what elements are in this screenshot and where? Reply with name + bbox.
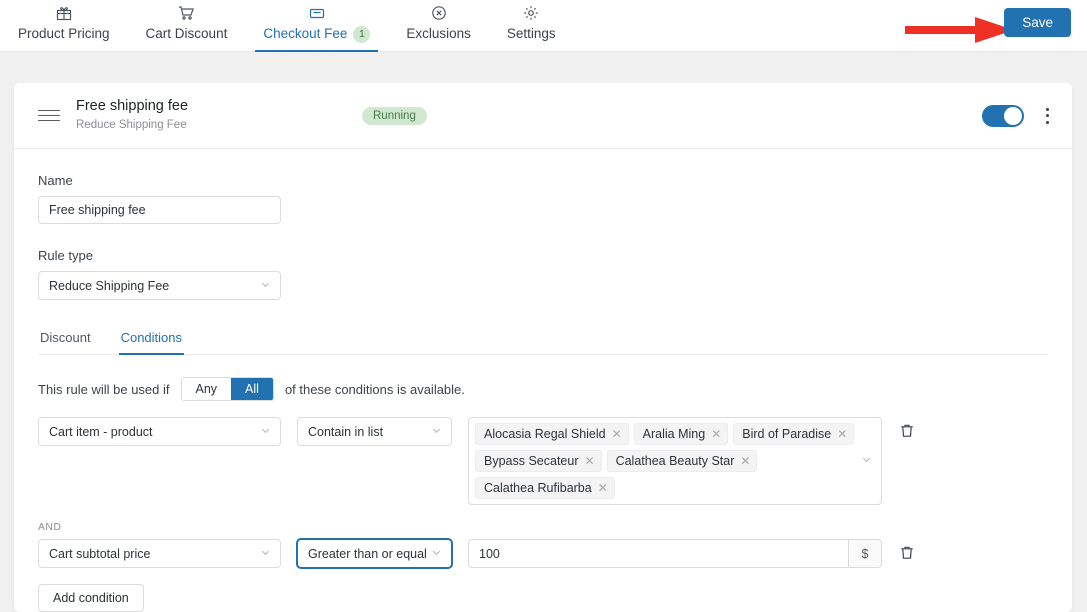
tab-text: Cart Discount [145,26,228,41]
add-condition-button[interactable]: Add condition [38,584,144,612]
inner-tabs: Discount Conditions [38,330,1048,355]
tag-chip[interactable]: Calathea Rufibarba ✕ [475,477,615,499]
tab-text: Checkout Fee [263,26,348,41]
circle-x-icon [431,3,447,23]
rule-card-titles: Free shipping fee Reduce Shipping Fee [76,98,188,133]
tag-chip[interactable]: Bird of Paradise ✕ [733,423,855,445]
tab-label: Exclusions [406,25,471,43]
gear-icon [523,3,539,23]
rule-type-value: Reduce Shipping Fee [49,278,170,293]
active-tab-underline [255,50,379,52]
chevron-down-icon [260,425,271,439]
remove-tag-icon[interactable]: ✕ [837,426,847,442]
remove-tag-icon[interactable]: ✕ [711,426,721,442]
status-badge: Running [362,106,427,125]
name-label: Name [38,173,73,188]
rule-card-actions [982,104,1056,127]
remove-tag-icon[interactable]: ✕ [585,453,595,469]
condition-operator-select[interactable]: Greater than or equal [297,539,452,568]
tab-label: Cart Discount [146,25,228,43]
cart-icon [178,3,195,23]
rule-type-label: Rule type [38,248,93,263]
condition-value-input[interactable] [468,539,848,568]
rule-card-header: Free shipping fee Reduce Shipping Fee Ru… [14,83,1072,149]
tab-product-pricing[interactable]: Product Pricing [0,0,128,52]
rule-enabled-toggle[interactable] [982,104,1024,127]
condition-row: Cart item - product Contain in list Aloc… [38,417,1048,505]
delete-condition-icon[interactable] [898,422,916,440]
tab-count-badge: 1 [353,25,371,43]
remove-tag-icon[interactable]: ✕ [740,453,750,469]
condition-field-select[interactable]: Cart item - product [38,417,281,446]
condition-operator-select[interactable]: Contain in list [297,417,452,446]
tag-label: Calathea Beauty Star [615,454,735,468]
tag-chip[interactable]: Alocasia Regal Shield ✕ [475,423,629,445]
rule-suffix-text: of these conditions is available. [284,381,465,397]
tab-conditions[interactable]: Conditions [118,330,185,355]
condition-operator-value: Contain in list [308,424,384,439]
remove-tag-icon[interactable]: ✕ [612,426,622,442]
condition-field-select[interactable]: Cart subtotal price [38,539,281,568]
chevron-down-icon [431,547,442,561]
condition-value-group: $ [468,539,882,568]
currency-suffix: $ [848,539,882,568]
condition-joiner: AND [38,521,62,533]
condition-operator-value: Greater than or equal [308,546,427,561]
rule-title: Free shipping fee [76,98,189,114]
drag-handle-icon[interactable] [38,109,60,122]
condition-field-value: Cart subtotal price [49,546,151,561]
rule-card-body: Name Rule type Reduce Shipping Fee Disco… [14,149,1072,612]
match-mode-segmented: Any All [180,377,274,401]
tag-label: Aralia Ming [642,427,706,441]
rule-prefix-text: This rule will be used if [38,381,170,397]
condition-field-value: Cart item - product [49,424,153,439]
tab-exclusions[interactable]: Exclusions [388,0,489,52]
rule-type-select[interactable]: Reduce Shipping Fee [38,271,281,300]
delete-condition-icon[interactable] [898,544,916,562]
tab-discount[interactable]: Discount [38,330,93,354]
gift-icon [56,3,72,23]
tag-label: Bypass Secateur [484,454,579,468]
tag-label: Bird of Paradise [742,427,832,441]
chevron-down-icon [861,452,872,470]
rule-subtitle: Reduce Shipping Fee [76,119,187,131]
tab-cart-discount[interactable]: Cart Discount [128,0,246,52]
condition-row: Cart subtotal price Greater than or equa… [38,539,1048,568]
remove-tag-icon[interactable]: ✕ [598,480,608,496]
condition-tags-multiselect[interactable]: Alocasia Regal Shield ✕ Aralia Ming ✕ Bi… [468,417,882,505]
tab-text: Product Pricing [18,26,110,41]
tab-label: Product Pricing [18,25,110,43]
rule-match-line: This rule will be used if Any All of the… [38,377,1048,401]
tab-label: Checkout Fee 1 [263,25,371,43]
tab-checkout-fee[interactable]: Checkout Fee 1 [245,0,388,52]
chevron-down-icon [260,547,271,561]
tag-label: Calathea Rufibarba [484,481,592,495]
chevron-down-icon [431,425,442,439]
tab-label: Settings [507,25,556,43]
tab-text: Exclusions [406,26,471,41]
more-options-icon[interactable] [1038,105,1056,127]
tag-chip[interactable]: Calathea Beauty Star ✕ [606,450,758,472]
tab-settings[interactable]: Settings [489,0,574,52]
chevron-down-icon [260,279,271,293]
match-any-option[interactable]: Any [181,378,232,400]
name-input[interactable] [38,196,281,224]
tab-text: Settings [506,26,556,41]
tag-label: Alocasia Regal Shield [484,427,606,441]
checkout-icon [309,3,325,23]
tag-chip[interactable]: Aralia Ming ✕ [633,423,729,445]
match-all-option[interactable]: All [231,378,273,400]
pointer-arrow-annotation [905,17,1014,43]
rule-card: Free shipping fee Reduce Shipping Fee Ru… [14,83,1072,612]
tag-chip[interactable]: Bypass Secateur ✕ [475,450,602,472]
save-button[interactable]: Save [1004,8,1071,37]
top-tabbar: Product Pricing Cart Discount Checkout F… [0,0,1087,52]
